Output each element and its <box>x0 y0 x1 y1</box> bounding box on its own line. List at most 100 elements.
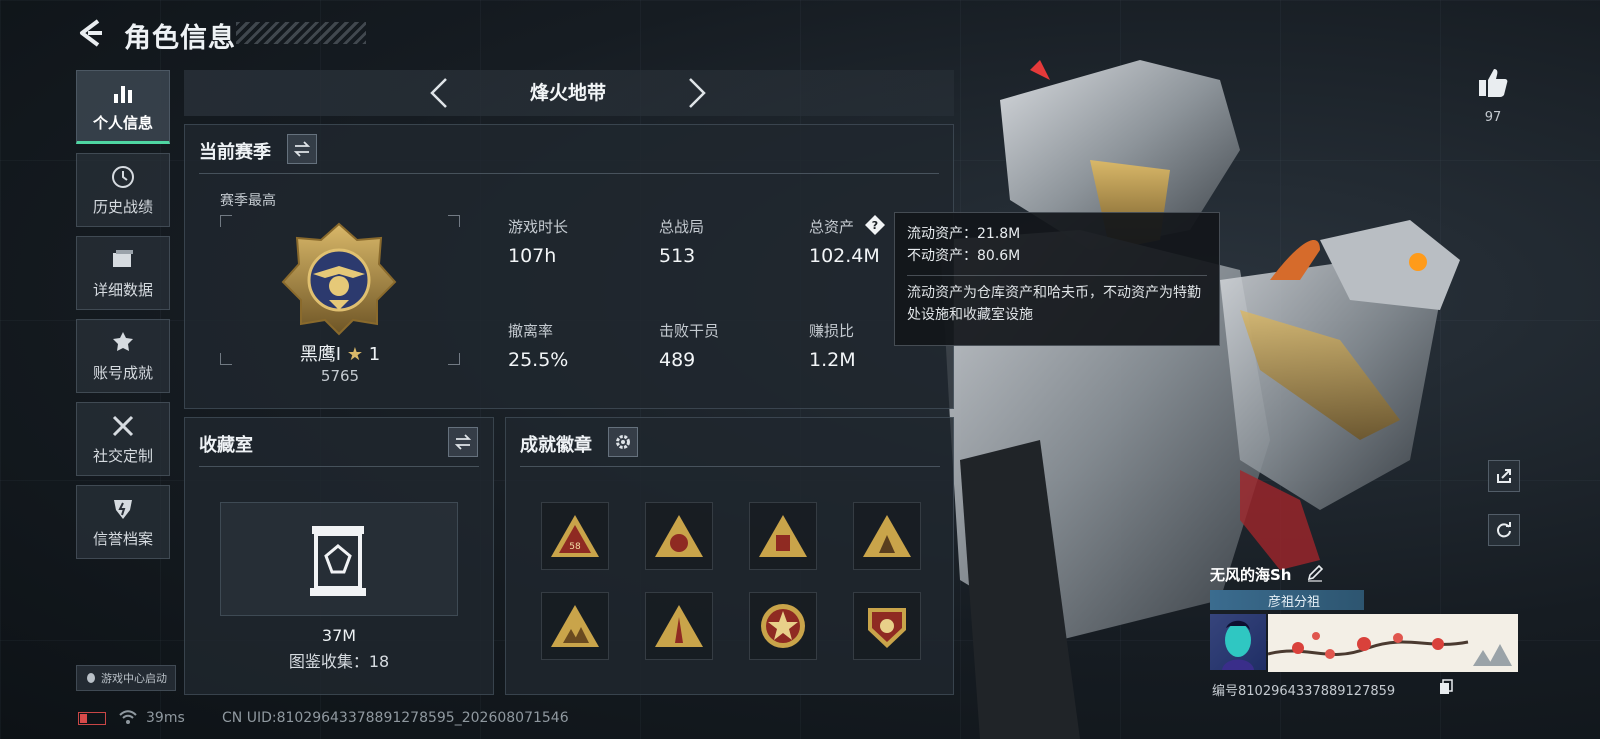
star-badge-icon <box>761 604 805 648</box>
swap-icon <box>454 434 472 450</box>
share-button[interactable] <box>1488 460 1520 492</box>
title-decoration <box>236 22 366 44</box>
rank-emblem-icon <box>281 222 397 336</box>
badge-number-label: 58 <box>569 542 581 552</box>
badges-divider <box>520 466 940 467</box>
rank-points: 5765 <box>320 367 360 385</box>
triangle-badge-icon <box>863 515 911 557</box>
badge-item[interactable] <box>749 592 817 660</box>
stat-kills: 击败干员 489 <box>659 320 799 371</box>
ping-text: 39ms <box>146 710 185 726</box>
medal-icon <box>113 331 133 351</box>
tooltip-divider <box>907 275 1207 276</box>
triangle-badge-icon <box>655 515 703 557</box>
badge-item[interactable] <box>541 592 609 660</box>
stat-value: 25.5% <box>508 349 569 371</box>
launch-label: 游戏中心启动 <box>101 672 167 685</box>
sidebar-item-personal-info[interactable]: 个人信息 <box>76 70 170 144</box>
badges-title: 成就徽章 <box>520 435 592 456</box>
triangle-badge-icon <box>551 605 599 647</box>
collection-count: 图鉴收集：18 <box>288 652 390 671</box>
refresh-button[interactable] <box>1488 514 1520 546</box>
sidebar-item-label: 社交定制 <box>92 446 153 465</box>
badge-item[interactable] <box>645 592 713 660</box>
battery-level <box>80 714 87 723</box>
badge-item[interactable]: 58 <box>541 502 609 570</box>
badge-item[interactable] <box>749 502 817 570</box>
rank-name-row: 黑鹰I ★ 1 <box>220 340 460 366</box>
page-title: 角色信息 <box>124 23 236 54</box>
player-name: 无风的海Sh <box>1210 566 1292 584</box>
sidebar-item-label: 信誉档案 <box>92 529 153 548</box>
stat-extraction-rate: 撤离率 25.5% <box>508 320 648 371</box>
badges-settings-button[interactable] <box>608 427 638 457</box>
banner-plum-blossom <box>1268 614 1518 672</box>
stat-label: 击败干员 <box>659 322 720 340</box>
season-title: 当前赛季 <box>199 142 271 163</box>
sidebar-item-label: 账号成就 <box>92 363 153 382</box>
like-count: 97 <box>1484 110 1502 125</box>
sidebar-item-social[interactable]: 社交定制 <box>76 402 170 476</box>
share-icon <box>1497 469 1511 483</box>
sidebar-item-label: 个人信息 <box>92 113 153 132</box>
clan-name: 彦祖分祖 <box>1267 595 1320 610</box>
pencil-icon[interactable] <box>1306 564 1324 582</box>
help-icon[interactable]: ? <box>864 214 886 236</box>
back-arrow-icon[interactable] <box>76 18 106 48</box>
badge-item[interactable] <box>645 502 713 570</box>
collection-switch-button[interactable] <box>448 427 478 457</box>
clock-icon <box>112 165 134 188</box>
swap-icon <box>293 141 311 157</box>
thumbs-up-icon[interactable] <box>1476 66 1510 100</box>
shield-badge-icon <box>868 608 906 648</box>
uid-text: CN UID:81029643378891278595_202608071546 <box>222 710 569 726</box>
chevron-right-icon[interactable] <box>686 76 708 110</box>
bar-chart-icon <box>114 85 132 103</box>
refresh-icon <box>1497 522 1511 538</box>
stat-label: 撤离率 <box>508 322 554 340</box>
star-icon: ★ <box>346 344 363 365</box>
season-subtitle: 赛季最高 <box>220 193 276 209</box>
triangle-badge-icon <box>655 605 703 647</box>
display-case-icon <box>310 526 366 596</box>
stat-label: 总战局 <box>659 218 705 236</box>
stat-value: 489 <box>659 349 696 371</box>
copy-icon[interactable] <box>1439 679 1453 695</box>
gear-icon <box>616 435 630 449</box>
assets-tooltip: 流动资产：21.8M 不动资产：80.6M 流动资产为仓库资产和哈夫币，不动资产… <box>894 212 1220 346</box>
avatar[interactable] <box>1210 614 1266 670</box>
stat-value: 1.2M <box>809 349 856 371</box>
stat-value: 513 <box>659 245 696 267</box>
stat-value: 107h <box>508 245 557 267</box>
triangle-badge-icon: 58 <box>551 515 599 557</box>
collection-divider <box>199 466 479 467</box>
penguin-icon <box>87 673 95 683</box>
game-center-launch-button[interactable]: 游戏中心启动 <box>76 665 176 691</box>
triangle-badge-icon <box>759 515 807 557</box>
collection-value: 37M <box>321 626 357 645</box>
season-divider <box>199 173 939 174</box>
shield-icon <box>114 499 132 519</box>
sidebar-item-reputation[interactable]: 信誉档案 <box>76 485 170 559</box>
sidebar-item-detailed-data[interactable]: 详细数据 <box>76 236 170 310</box>
sidebar-item-label: 历史战绩 <box>92 197 153 216</box>
season-switch-button[interactable] <box>287 134 317 164</box>
chevron-left-icon[interactable] <box>428 76 450 110</box>
svg-text:?: ? <box>872 219 878 232</box>
player-id: 编号8102964337889127859 <box>1212 684 1396 699</box>
rank-stars: 1 <box>368 344 381 365</box>
wifi-icon <box>119 710 137 724</box>
rank-name: 黑鹰I <box>299 344 342 365</box>
stat-play-time: 游戏时长 107h <box>508 216 648 267</box>
mode-title: 烽火地带 <box>529 82 606 104</box>
badge-item[interactable] <box>853 502 921 570</box>
badge-item[interactable] <box>853 592 921 660</box>
sidebar: 个人信息 历史战绩 详细数据 账号成就 社交定制 信誉档案 <box>76 70 170 568</box>
sidebar-item-label: 详细数据 <box>92 280 153 299</box>
collection-title: 收藏室 <box>199 435 253 456</box>
tools-icon <box>112 415 134 436</box>
sidebar-item-history[interactable]: 历史战绩 <box>76 153 170 227</box>
tooltip-fixed-assets: 不动资产：80.6M <box>907 248 1021 264</box>
sidebar-item-achievements[interactable]: 账号成就 <box>76 319 170 393</box>
folder-icon <box>113 249 133 267</box>
